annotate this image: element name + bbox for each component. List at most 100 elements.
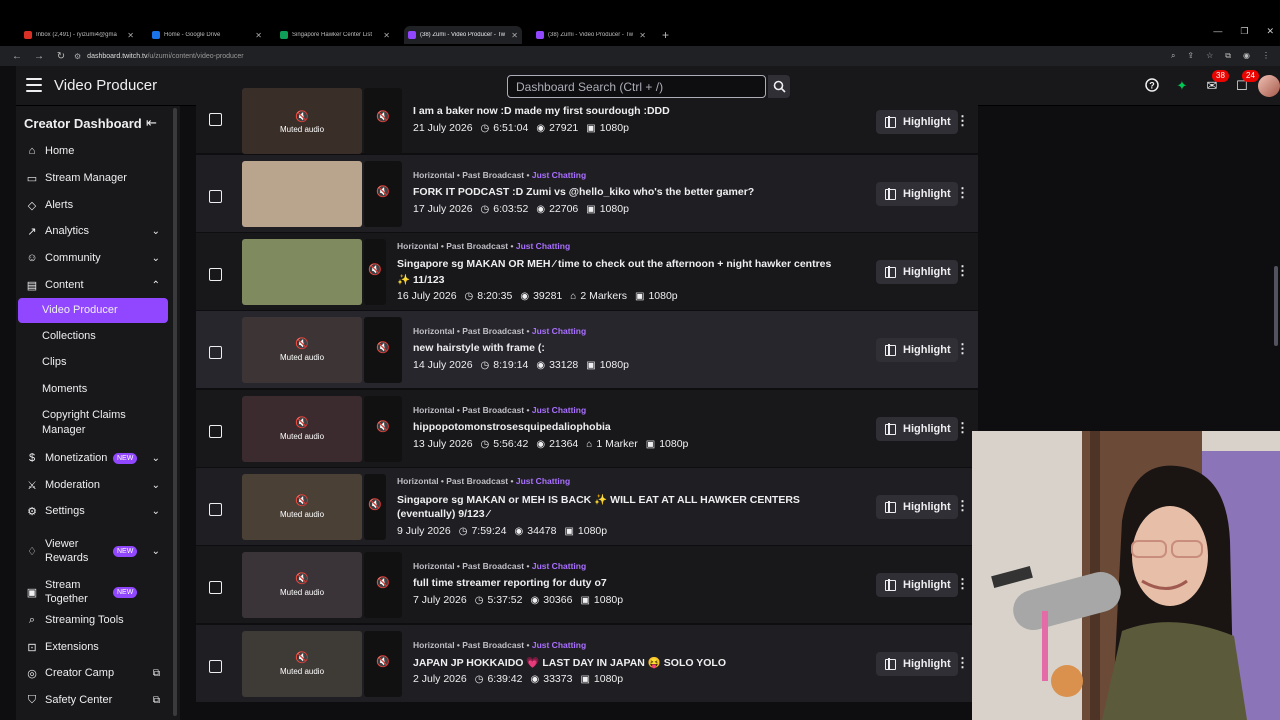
notifications-icon[interactable]: ☐ 24 — [1234, 70, 1259, 94]
search-button[interactable] — [768, 75, 790, 98]
sidebar-item-safety-center[interactable]: ⛉ Safety Center ⧉ — [16, 693, 168, 707]
sidebar-subitem[interactable]: Moments — [42, 383, 87, 395]
sidebar-item-creator-camp[interactable]: ◎ Creator Camp ⧉ — [16, 666, 168, 680]
restore-icon[interactable]: ❐ — [1240, 26, 1248, 37]
category-link[interactable]: Just Chatting — [516, 241, 570, 251]
video-row[interactable]: 🔇 Muted audio 🔇 Horizontal • Past Broadcast… — [196, 390, 978, 468]
highlight-button[interactable]: Highlight — [876, 338, 958, 362]
sidebar-scrollbar[interactable] — [173, 108, 177, 716]
video-thumbnail[interactable]: 🔇 Muted audio — [242, 317, 362, 383]
category-link[interactable]: Just Chatting — [532, 170, 586, 180]
crown-icon[interactable]: ✦ — [1174, 78, 1190, 94]
close-window-icon[interactable]: ✕ — [1266, 26, 1274, 37]
sidebar-item-streaming-tools[interactable]: ⌕ Streaming Tools — [16, 613, 168, 627]
more-options-icon[interactable]: ⋮ — [956, 341, 969, 357]
sidebar-subitem[interactable]: Clips — [42, 356, 66, 368]
chevron-icon[interactable]: ⌄ — [152, 253, 160, 264]
reload-icon[interactable]: ↻ — [56, 51, 66, 62]
close-tab-icon[interactable]: ✕ — [639, 31, 646, 40]
video-title[interactable]: JAPAN JP HOKKAIDO 💗 LAST DAY IN JAPAN 😝 … — [413, 656, 726, 669]
select-checkbox[interactable] — [209, 581, 222, 594]
video-title[interactable]: full time streamer reporting for duty o7 — [413, 577, 607, 589]
select-checkbox[interactable] — [209, 425, 222, 438]
select-checkbox[interactable] — [209, 346, 222, 359]
video-thumbnail[interactable]: 🔇 Muted audio — [242, 396, 362, 462]
chevron-down-icon[interactable]: ⌄ — [152, 480, 160, 491]
browser-tab[interactable]: Inbox (2,491) - ryizumi4@gma ✕ — [20, 26, 138, 44]
video-title[interactable]: Singapore sg MAKAN OR MEH ⁄ time to chec… — [397, 258, 831, 270]
url-field[interactable]: ⚙ dashboard.twitch.tv/u/zumi/content/vid… — [74, 52, 244, 61]
browser-tab[interactable]: Singapore Hawker Center List ✕ — [276, 26, 394, 44]
highlight-button[interactable]: Highlight — [876, 495, 958, 519]
close-tab-icon[interactable]: ✕ — [383, 31, 390, 40]
external-link-icon[interactable]: ⧉ — [153, 695, 160, 706]
sidebar-item-community[interactable]: ☺ Community ⌄ — [16, 249, 168, 267]
more-options-icon[interactable]: ⋮ — [956, 263, 969, 279]
close-tab-icon[interactable]: ✕ — [127, 31, 134, 40]
video-row[interactable]: 🔇 Horizontal • Past Broadcast • Just Chat… — [196, 155, 978, 233]
video-title[interactable]: hippopotomonstrosesquipedaliophobia — [413, 421, 611, 433]
category-link[interactable]: Just Chatting — [532, 326, 586, 336]
video-row[interactable]: 🔇 Muted audio 🔇 Horizontal • Past Broadcast… — [196, 468, 978, 546]
category-link[interactable]: Just Chatting — [532, 405, 586, 415]
more-options-icon[interactable]: ⋮ — [956, 113, 969, 129]
select-checkbox[interactable] — [209, 190, 222, 203]
browser-tab[interactable]: (38) Zumi - Video Producer - Tw ✕ — [404, 26, 522, 44]
browser-tab[interactable]: Home - Google Drive ✕ — [148, 26, 266, 44]
video-title-line2[interactable]: ✨ 11/123 — [397, 273, 445, 286]
video-thumbnail[interactable]: 🔇 Muted audio — [242, 474, 362, 540]
zoom-icon[interactable]: ⌕ — [1171, 51, 1175, 61]
external-link-icon[interactable]: ⧉ — [153, 668, 160, 679]
video-row[interactable]: 🔇 Muted audio 🔇 Horizontal • Past Broadcast… — [196, 625, 978, 703]
category-link[interactable]: Just Chatting — [516, 476, 570, 486]
video-thumbnail[interactable]: 🔇 Muted audio — [242, 552, 362, 618]
sidebar-item-moderation[interactable]: ⚔ Moderation ⌄ — [16, 478, 168, 492]
sidebar-subitem[interactable]: Video Producer — [42, 304, 118, 316]
video-thumbnail[interactable] — [242, 161, 362, 227]
sidebar-item-extensions[interactable]: ⊡ Extensions — [16, 640, 168, 654]
main-scrollbar[interactable] — [1274, 266, 1278, 346]
more-options-icon[interactable]: ⋮ — [956, 185, 969, 201]
more-options-icon[interactable]: ⋮ — [956, 576, 969, 592]
chevron-icon[interactable]: ⌃ — [152, 280, 160, 291]
close-tab-icon[interactable]: ✕ — [255, 31, 262, 40]
highlight-button[interactable]: Highlight — [876, 652, 958, 676]
chevron-down-icon[interactable]: ⌄ — [152, 453, 160, 464]
browser-menu-icon[interactable]: ⋮ — [1262, 51, 1270, 61]
sidebar-item-monetization[interactable]: $ Monetization NEW ⌄ — [16, 451, 168, 465]
forward-icon[interactable]: → — [34, 51, 44, 62]
extensions-puzzle-icon[interactable]: ⧉ — [1225, 51, 1231, 61]
select-checkbox[interactable] — [209, 268, 222, 281]
video-thumbnail[interactable]: 🔇 Muted audio — [242, 631, 362, 697]
highlight-button[interactable]: Highlight — [876, 260, 958, 284]
highlight-button[interactable]: Highlight — [876, 110, 958, 134]
sidebar-item-settings[interactable]: ⚙ Settings ⌄ — [16, 504, 168, 518]
close-tab-icon[interactable]: ✕ — [511, 31, 518, 40]
highlight-button[interactable]: Highlight — [876, 182, 958, 206]
select-checkbox[interactable] — [209, 503, 222, 516]
video-row[interactable]: 🔇 Muted audio 🔇 Horizontal • Past Broadcast… — [196, 546, 978, 624]
collapse-sidebar-icon[interactable]: ⇤ — [146, 115, 157, 131]
user-avatar[interactable] — [1258, 75, 1280, 97]
share-icon[interactable]: ⇪ — [1187, 51, 1194, 61]
video-title-line2[interactable]: (eventually) 9/123 ⁄ — [397, 508, 489, 520]
sidebar-item-content[interactable]: ▤ Content ⌃ — [16, 276, 168, 294]
sidebar-item-analytics[interactable]: ↗ Analytics ⌄ — [16, 222, 168, 240]
video-thumbnail[interactable]: 🔇 Muted audio — [242, 88, 362, 154]
sidebar-subitem[interactable]: Collections — [42, 330, 96, 342]
select-checkbox[interactable] — [209, 113, 222, 126]
chevron-icon[interactable]: ⌄ — [152, 226, 160, 237]
select-checkbox[interactable] — [209, 660, 222, 673]
sidebar-item-stream-together[interactable]: ▣ Stream Together NEW — [16, 578, 168, 606]
sidebar-item-viewer-rewards[interactable]: ♢ Viewer Rewards NEW ⌄ — [16, 537, 168, 565]
video-thumbnail[interactable] — [242, 239, 362, 305]
minimize-icon[interactable]: — — [1213, 26, 1222, 37]
more-options-icon[interactable]: ⋮ — [956, 498, 969, 514]
new-tab-icon[interactable]: + — [662, 26, 669, 44]
bookmark-star-icon[interactable]: ☆ — [1206, 51, 1213, 61]
site-info-icon[interactable]: ⚙ — [74, 52, 81, 61]
sidebar-item-home[interactable]: ⌂ Home — [16, 142, 168, 160]
back-icon[interactable]: ← — [12, 51, 22, 62]
video-title[interactable]: Singapore sg MAKAN or MEH IS BACK ✨ WILL… — [397, 493, 800, 506]
video-row[interactable]: 🔇 Muted audio 🔇 Horizontal • Past Broadcast… — [196, 311, 978, 389]
